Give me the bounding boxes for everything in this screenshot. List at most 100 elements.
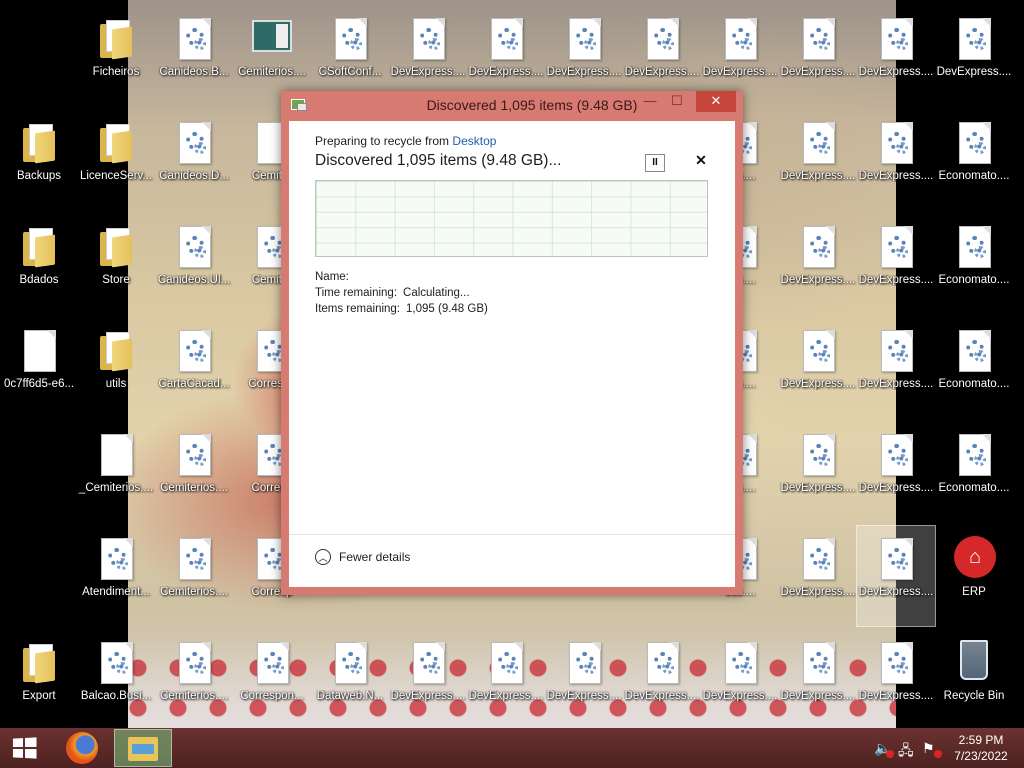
desktop-icon[interactable]: DevExpress.... [935, 6, 1013, 106]
name-label: Name: [315, 271, 349, 283]
system-clock[interactable]: 2:59 PM 7/23/2022 [946, 732, 1016, 764]
desktop-icon[interactable]: DevExpress.... [623, 630, 701, 730]
desktop-icon[interactable]: DevExpress.... [857, 422, 935, 522]
desktop-icon[interactable]: DevExpress.... [779, 318, 857, 418]
desktop-icon[interactable]: Backups [0, 110, 78, 210]
desktop-icon-label: DevExpress.... [858, 66, 934, 78]
recycle-bin-icon [954, 640, 994, 684]
source-location-link[interactable]: Desktop [452, 134, 496, 148]
desktop-icon-label: DevExpress.... [468, 66, 544, 78]
desktop-icon[interactable]: DevExpress.... [779, 6, 857, 106]
desktop-icon[interactable]: DevExpress.... [857, 110, 935, 210]
desktop-icon[interactable]: DevExpress.... [857, 214, 935, 314]
desktop-icon[interactable]: 0c7ff6d5-e6... [0, 318, 78, 418]
desktop-icon[interactable]: Cemiterios.... [155, 422, 233, 522]
desktop-icon[interactable]: Store [77, 214, 155, 314]
desktop-icon-label: ERP [962, 586, 986, 598]
minimize-button[interactable]: — [637, 91, 663, 112]
windows-logo-icon [12, 737, 37, 759]
network-icon[interactable]: 🖧 [898, 740, 916, 758]
config-file-icon [954, 16, 994, 60]
desktop-icon[interactable]: Export [0, 630, 78, 730]
desktop-icon[interactable]: Cemiterios.... [155, 526, 233, 626]
desktop-icon[interactable]: Economato.... [935, 214, 1013, 314]
image-file-icon [252, 16, 292, 60]
config-file-icon [564, 640, 604, 684]
desktop-icon[interactable]: DevExpress.... [779, 110, 857, 210]
volume-icon[interactable]: 🔈 [874, 740, 894, 758]
close-button[interactable]: ✕ [696, 91, 736, 112]
transfer-speed-graph [315, 180, 708, 257]
preparing-text: Preparing to recycle from Desktop [315, 134, 496, 148]
desktop-icon[interactable]: Recycle Bin [935, 630, 1013, 730]
config-file-icon [954, 328, 994, 372]
desktop-icon[interactable]: Correspon... [233, 630, 311, 730]
dialog-titlebar[interactable]: Discovered 1,095 items (9.48 GB) — ☐ ✕ [281, 91, 743, 120]
desktop-icon-label: DevExpress.... [780, 690, 856, 702]
desktop-icon[interactable]: Canideos.Ul... [155, 214, 233, 314]
desktop-icon-label: DevExpress.... [780, 482, 856, 494]
action-center-flag-icon[interactable]: ⚑ [922, 740, 942, 758]
desktop-icon-label: utils [105, 378, 127, 390]
desktop-icon[interactable]: Balcao.Busi... [77, 630, 155, 730]
desktop-icon[interactable]: utils [77, 318, 155, 418]
desktop-icon[interactable]: Canideos.D... [155, 110, 233, 210]
desktop-icon[interactable]: Canideos.B... [155, 6, 233, 106]
config-file-icon [252, 640, 292, 684]
desktop-icon[interactable]: DevExpress.... [389, 630, 467, 730]
desktop-icon-label: DevExpress.... [780, 274, 856, 286]
desktop-icon[interactable]: DevExpress.... [467, 630, 545, 730]
desktop-icon[interactable]: DevExpress.... [856, 525, 936, 627]
desktop-icon[interactable]: Bdados [0, 214, 78, 314]
detail-time-row: Time remaining: Calculating... [315, 287, 470, 299]
desktop-icon-label: Backups [16, 170, 62, 182]
desktop-icon[interactable]: DevExpress.... [779, 214, 857, 314]
clock-time: 2:59 PM [958, 733, 1004, 747]
desktop-icon[interactable]: _Cemiterios.... [77, 422, 155, 522]
desktop-icon[interactable]: Dataweb.N... [311, 630, 389, 730]
desktop-icon-label: DevExpress.... [858, 170, 934, 182]
taskbar-file-explorer[interactable] [114, 729, 172, 767]
start-button[interactable] [0, 728, 48, 768]
desktop-icon[interactable]: DevExpress.... [779, 630, 857, 730]
config-file-icon [720, 640, 760, 684]
desktop-icon[interactable]: Economato.... [935, 110, 1013, 210]
desktop-icon[interactable]: Atendiment... [77, 526, 155, 626]
desktop-icon[interactable]: DevExpress.... [857, 630, 935, 730]
config-file-icon [174, 640, 214, 684]
desktop-icon[interactable]: Cemiterios.... [155, 630, 233, 730]
desktop-icon[interactable]: CartaCacad... [155, 318, 233, 418]
desktop-icon-label: Canideos.D... [159, 170, 229, 182]
recycle-progress-dialog: Discovered 1,095 items (9.48 GB) — ☐ ✕ P… [281, 91, 743, 595]
desktop-icon[interactable]: Economato.... [935, 422, 1013, 522]
desktop-icon-label: DevExpress.... [780, 170, 856, 182]
desktop-icon[interactable]: DevExpress.... [545, 630, 623, 730]
detail-items-row: Items remaining: 1,095 (9.48 GB) [315, 303, 488, 315]
desktop-icon[interactable]: DevExpress.... [779, 422, 857, 522]
desktop-icon[interactable]: Ficheiros [77, 6, 155, 106]
fewer-details-toggle[interactable]: ︿ Fewer details [315, 549, 410, 565]
maximize-button[interactable]: ☐ [664, 91, 690, 112]
desktop-icon-label: DevExpress.... [468, 690, 544, 702]
desktop-icon[interactable]: Economato.... [935, 318, 1013, 418]
desktop-icon-label: CSoftConf... [318, 66, 382, 78]
dialog-footer: ︿ Fewer details [289, 534, 735, 587]
folder-icon [96, 328, 136, 372]
desktop-icon[interactable]: DevExpress.... [857, 6, 935, 106]
config-file-icon [876, 536, 916, 580]
desktop-icon[interactable]: ⌂ ERP [935, 526, 1013, 626]
config-file-icon [720, 16, 760, 60]
desktop-icon[interactable]: DevExpress.... [857, 318, 935, 418]
cancel-button[interactable]: ✕ [693, 152, 709, 170]
config-file-icon [408, 16, 448, 60]
desktop-icon-label: LicenceServ... [79, 170, 152, 182]
pause-button[interactable]: II [645, 154, 665, 172]
folder-icon [19, 640, 59, 684]
desktop-icon[interactable]: DevExpress.... [779, 526, 857, 626]
desktop-icon-label: 0c7ff6d5-e6... [3, 378, 75, 390]
desktop-icon-label: Cemiterios.... [160, 586, 228, 598]
desktop-icon[interactable]: DevExpress.... [701, 630, 779, 730]
taskbar-firefox[interactable] [58, 730, 106, 766]
config-file-icon [330, 640, 370, 684]
desktop-icon[interactable]: LicenceServ... [77, 110, 155, 210]
